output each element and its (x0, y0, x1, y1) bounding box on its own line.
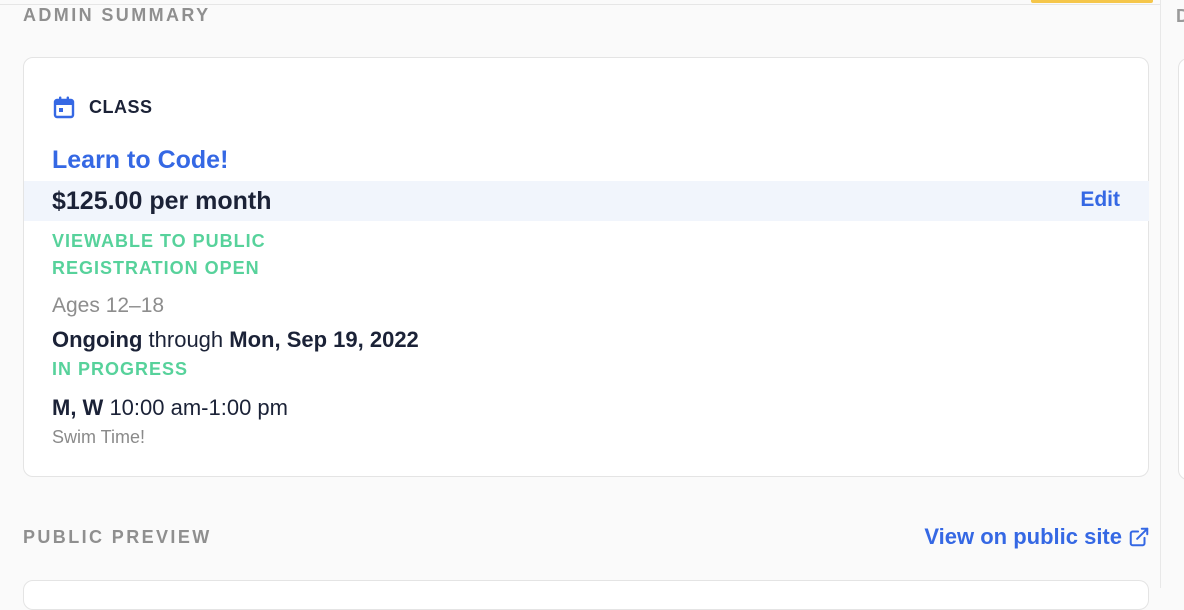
public-preview-heading: PUBLIC PREVIEW (23, 527, 212, 547)
listing-note: Swim Time! (52, 427, 146, 447)
registration-status: REGISTRATION OPEN (52, 258, 260, 278)
date-range: Ongoing through Mon, Sep 19, 2022 (52, 327, 419, 353)
price-row: $125.00 per month Edit (24, 181, 1149, 221)
external-link-icon (1129, 527, 1149, 547)
right-column-card (1178, 58, 1184, 480)
calendar-icon (53, 96, 75, 119)
schedule-days: M, W (52, 395, 104, 420)
admin-summary-heading: ADMIN SUMMARY (23, 5, 211, 25)
schedule: M, W 10:00 am-1:00 pm (52, 395, 288, 421)
view-on-public-site-label: View on public site (924, 524, 1122, 549)
column-divider (1160, 0, 1161, 588)
ages-range: Ages 12–18 (52, 294, 165, 317)
visibility-status: VIEWABLE TO PUBLIC (52, 231, 266, 251)
right-column-heading: D (1176, 6, 1184, 27)
active-tab-indicator (1031, 0, 1153, 3)
edit-price-button[interactable]: Edit (1080, 188, 1120, 212)
view-on-public-site-link[interactable]: View on public site (924, 524, 1150, 550)
class-title-link[interactable]: Learn to Code! (52, 146, 228, 175)
listing-type-label: CLASS (89, 96, 153, 117)
public-preview-card (23, 580, 1149, 610)
price-text: $125.00 per month (52, 187, 272, 215)
listing-type: CLASS (52, 95, 153, 119)
schedule-time: 10:00 am-1:00 pm (103, 395, 288, 420)
date-start: Ongoing (52, 327, 143, 352)
date-end: Mon, Sep 19, 2022 (229, 327, 419, 352)
class-summary-card: CLASS Learn to Code! $125.00 per month E… (23, 57, 1149, 477)
progress-status: IN PROGRESS (52, 359, 189, 379)
date-connector: through (142, 327, 230, 352)
